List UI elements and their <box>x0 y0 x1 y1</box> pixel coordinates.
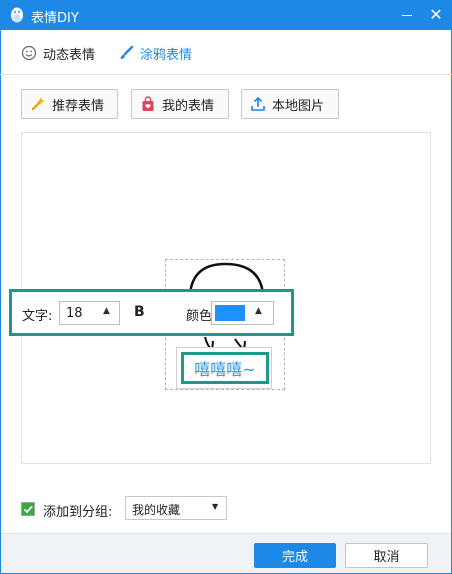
close-button[interactable]: ✕ <box>424 4 448 26</box>
smiley-icon <box>21 45 37 61</box>
wand-icon <box>30 96 46 112</box>
my-emoji-label: 我的表情 <box>162 98 215 114</box>
divider <box>0 74 452 75</box>
my-emoji-button[interactable]: 我的表情 <box>131 89 229 119</box>
color-picker[interactable]: ▲ <box>211 301 274 325</box>
tab-graffiti-label: 涂鸦表情 <box>140 47 193 63</box>
recommend-emoji-button[interactable]: 推荐表情 <box>21 89 118 119</box>
chevron-up-icon[interactable]: ▲ <box>103 306 110 316</box>
caption-highlight[interactable]: 嘻嘻嘻~ <box>181 352 269 384</box>
add-to-group-checkbox[interactable] <box>21 502 35 516</box>
text-size-label: 文字: <box>22 309 53 324</box>
add-to-group-label: 添加到分组: <box>43 505 113 520</box>
chevron-down-icon: ▼ <box>212 502 219 511</box>
local-image-label: 本地图片 <box>272 98 325 114</box>
finish-label: 完成 <box>281 550 308 565</box>
chevron-up-icon[interactable]: ▲ <box>255 306 262 316</box>
brush-icon <box>118 45 134 61</box>
group-select[interactable]: 我的收藏 ▼ <box>125 496 227 520</box>
local-image-button[interactable]: 本地图片 <box>241 89 339 119</box>
checkmark-icon <box>22 503 34 515</box>
recommend-label: 推荐表情 <box>52 98 105 114</box>
finish-button[interactable]: 完成 <box>254 543 336 568</box>
window-title: 表情DIY <box>31 11 79 26</box>
group-select-value: 我的收藏 <box>132 503 181 517</box>
upload-icon <box>250 96 266 112</box>
tab-dynamic-emoji[interactable]: 动态表情 <box>21 44 96 63</box>
text-style-toolbar: 文字: 18 ▲ B 颜色: ▲ <box>9 289 294 336</box>
tab-graffiti-emoji[interactable]: 涂鸦表情 <box>118 44 193 63</box>
font-size-stepper[interactable]: 18 ▲ <box>59 301 120 325</box>
caption-text: 嘻嘻嘻~ <box>194 360 256 379</box>
color-swatch <box>215 305 245 321</box>
minimize-button[interactable] <box>395 4 419 26</box>
title-bar: 表情DIY ✕ <box>0 0 452 30</box>
tab-dynamic-label: 动态表情 <box>43 47 96 63</box>
font-size-value: 18 <box>66 306 83 321</box>
bold-button[interactable]: B <box>134 304 145 320</box>
cancel-label: 取消 <box>373 550 400 565</box>
penguin-icon <box>8 6 26 24</box>
cancel-button[interactable]: 取消 <box>345 543 428 568</box>
bag-icon <box>140 96 156 112</box>
